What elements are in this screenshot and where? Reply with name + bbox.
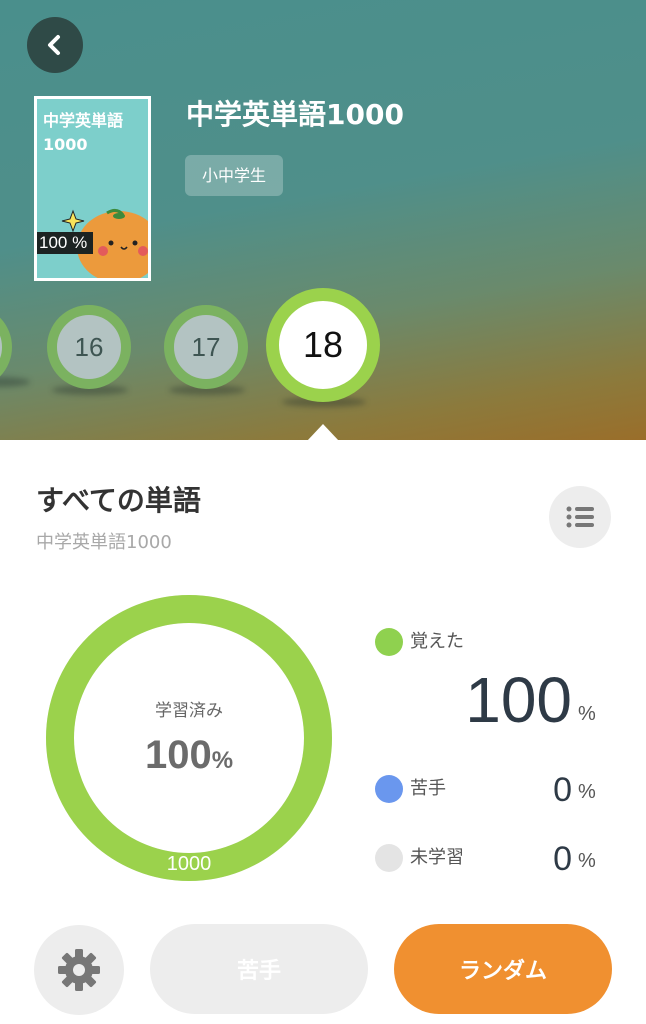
- book-cover[interactable]: 中学英単語 1000 100 %: [34, 96, 151, 281]
- chapter-16[interactable]: 16: [47, 305, 131, 389]
- list-icon: [566, 506, 594, 528]
- word-list-button[interactable]: [549, 486, 611, 548]
- legend-unlearned-value: 0: [553, 840, 572, 878]
- donut-value-number: 100: [144, 733, 212, 777]
- legend-learned-dot: [375, 628, 403, 656]
- chapter-number: 18: [302, 324, 344, 365]
- weak-words-button[interactable]: 苦手: [150, 924, 368, 1014]
- cover-progress-label: 100 %: [37, 232, 93, 254]
- legend-weak-label: 苦手: [410, 778, 446, 799]
- header: 中学英単語 1000 100 % 中学英単語1000 小中学生 16 17 18: [0, 0, 646, 440]
- chapter-selector: 16 17 18: [0, 285, 646, 415]
- chapter-17[interactable]: 17: [164, 305, 248, 389]
- legend-weak-unit: %: [578, 781, 596, 803]
- donut-center-value: 100%: [46, 730, 332, 786]
- chapter-number: 16: [74, 331, 104, 362]
- weak-words-label: 苦手: [236, 959, 281, 984]
- cover-title: 中学英単語 1000: [43, 111, 124, 154]
- settings-button[interactable]: [34, 925, 124, 1015]
- donut-value-unit: %: [211, 747, 234, 774]
- legend-weak-value: 0: [553, 771, 572, 809]
- book-category-tag: 小中学生: [185, 155, 284, 196]
- chapter-number: 17: [191, 331, 221, 362]
- random-study-label: ランダム: [458, 959, 547, 984]
- book-title: 中学英単語1000: [186, 98, 404, 131]
- section-title: すべての単語: [36, 484, 201, 517]
- legend-learned-label: 覚えた: [410, 631, 464, 652]
- legend-learned-unit: %: [578, 703, 596, 725]
- legend-weak-dot: [375, 775, 403, 803]
- legend-unlearned-dot: [375, 844, 403, 872]
- legend-unlearned-label: 未学習: [410, 847, 464, 868]
- legend-unlearned-unit: %: [578, 850, 596, 872]
- random-study-button[interactable]: ランダム: [394, 924, 612, 1014]
- selection-pointer: [307, 424, 339, 441]
- donut-center-label: 学習済み: [155, 701, 223, 721]
- section-subtitle: 中学英単語1000: [36, 532, 172, 553]
- chevron-left-icon: [48, 35, 60, 55]
- chapter-18-selected[interactable]: 18: [266, 288, 380, 402]
- back-button[interactable]: [27, 17, 83, 73]
- donut-total-count: 1000: [166, 853, 212, 875]
- gear-icon: [58, 949, 100, 991]
- legend-learned-value: 100: [465, 664, 572, 736]
